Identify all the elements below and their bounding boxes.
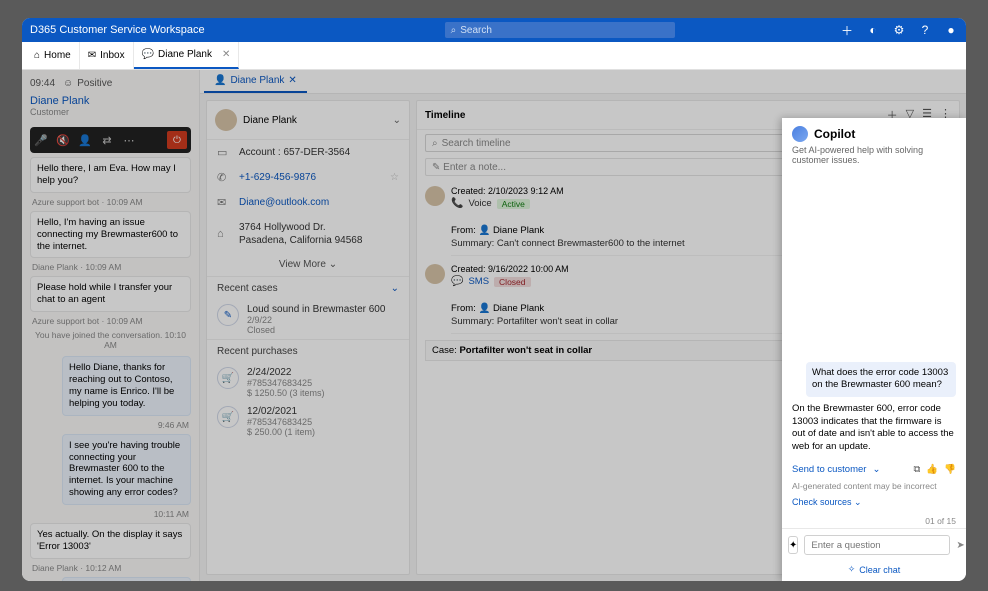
- chevron-down-icon[interactable]: ⌄: [872, 464, 880, 475]
- search-icon: ⌕: [451, 25, 457, 36]
- chevron-down-icon: ⌄: [854, 497, 862, 507]
- check-sources-link[interactable]: Check sources ⌄: [792, 497, 956, 508]
- home-icon: ⌂: [34, 50, 40, 61]
- bulb-icon[interactable]: ◐: [866, 23, 880, 37]
- copilot-answer: On the Brewmaster 600, error code 13003 …: [792, 403, 956, 454]
- broom-icon: ✧: [848, 564, 856, 575]
- send-to-customer-link[interactable]: Send to customer: [792, 464, 866, 475]
- copilot-user-message: What does the error code 13003 on the Br…: [806, 362, 956, 397]
- close-icon[interactable]: ✕: [222, 49, 230, 60]
- app-title: D365 Customer Service Workspace: [30, 24, 205, 36]
- copilot-title: Copilot: [814, 127, 855, 141]
- thumbs-up-icon[interactable]: 👍: [926, 464, 938, 475]
- global-search[interactable]: ⌕ Search: [445, 22, 675, 38]
- copilot-subtitle: Get AI-powered help with solving custome…: [792, 145, 956, 165]
- help-icon[interactable]: ?: [918, 23, 932, 37]
- session-tabs: ⌂Home ✉Inbox 💬Diane Plank✕: [22, 42, 966, 70]
- add-icon[interactable]: ＋: [840, 23, 854, 37]
- copilot-panel: Copilot Get AI-powered help with solving…: [782, 118, 966, 581]
- thumbs-down-icon[interactable]: 👎: [944, 464, 956, 475]
- send-icon[interactable]: ➤: [956, 540, 964, 551]
- copilot-disclaimer: AI-generated content may be incorrect: [792, 481, 956, 491]
- inbox-icon: ✉: [88, 50, 96, 61]
- copilot-input[interactable]: [804, 535, 950, 555]
- tab-inbox[interactable]: ✉Inbox: [80, 42, 134, 69]
- chat-icon: 💬: [142, 49, 154, 60]
- copilot-count: 01 of 15: [782, 514, 966, 528]
- tab-diane-plank[interactable]: 💬Diane Plank✕: [134, 42, 240, 69]
- tab-home[interactable]: ⌂Home: [26, 42, 80, 69]
- gear-icon[interactable]: ⚙: [892, 23, 906, 37]
- clear-chat-link[interactable]: ✧Clear chat: [782, 561, 966, 581]
- sparkle-icon[interactable]: ✦: [788, 536, 798, 554]
- copilot-icon: [792, 126, 808, 142]
- user-avatar-icon[interactable]: ●: [944, 23, 958, 37]
- search-placeholder: Search: [460, 25, 492, 36]
- app-header: D365 Customer Service Workspace ⌕ Search…: [22, 18, 966, 42]
- copy-icon[interactable]: ⧉: [914, 464, 921, 475]
